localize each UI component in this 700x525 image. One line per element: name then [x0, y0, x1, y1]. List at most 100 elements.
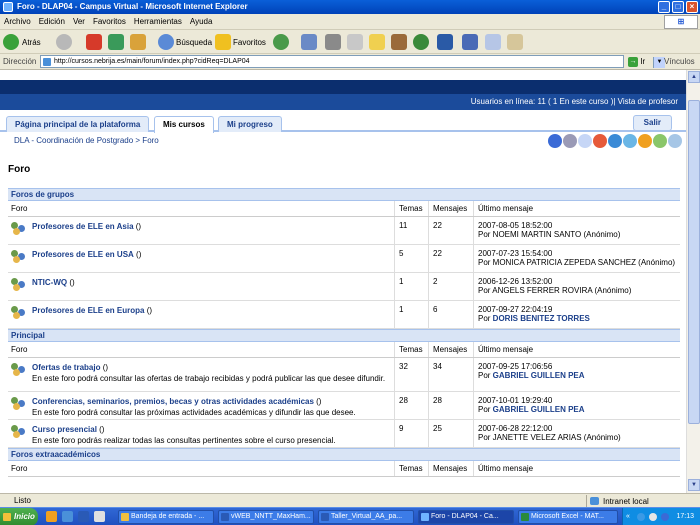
col-topics: Temas	[395, 342, 429, 357]
minimize-button[interactable]: _	[658, 1, 670, 13]
maximize-button[interactable]: □	[672, 1, 684, 13]
tab-my-courses[interactable]: Mis cursos	[154, 116, 214, 133]
close-button[interactable]: ×	[686, 1, 698, 13]
tab-my-progress[interactable]: Mi progreso	[218, 116, 282, 132]
author-link[interactable]: DORIS BENITEZ TORRES	[493, 314, 590, 323]
forum-link[interactable]: Profesores de ELE en Asia	[32, 222, 134, 231]
quicklaunch-icon[interactable]	[94, 511, 105, 522]
task-foro[interactable]: Foro - DLAP04 - Ca...	[418, 510, 514, 524]
vertical-scrollbar[interactable]: ▲ ▼	[686, 70, 700, 493]
author-link[interactable]: GABRIEL GUILLEN PEA	[493, 405, 585, 414]
page-content: Usuarios en línea: 11 ( 1 En este curso …	[0, 70, 686, 493]
cut-button[interactable]	[462, 33, 478, 51]
mail-button[interactable]	[301, 33, 317, 51]
course-tool-icon[interactable]	[608, 134, 622, 148]
course-tool-icon[interactable]	[593, 134, 607, 148]
messages-count: 2	[429, 273, 474, 300]
copy-button[interactable]	[485, 33, 501, 51]
address-input[interactable]: http://cursos.nebrija.es/main/forum/inde…	[40, 55, 665, 68]
windows-logo-icon: ⊞	[664, 15, 698, 29]
forum-group-icon	[11, 250, 27, 264]
course-tool-icon[interactable]	[548, 134, 562, 148]
menu-favoritos[interactable]: Favoritos	[89, 14, 130, 30]
scroll-thumb[interactable]	[688, 100, 700, 424]
course-tool-icon[interactable]	[563, 134, 577, 148]
last-message-author: Por NOEMI MARTIN SANTO (Anónimo)	[478, 230, 621, 239]
menu-ayuda[interactable]: Ayuda	[186, 14, 217, 30]
stop-button[interactable]	[86, 33, 102, 51]
status-text: Listo	[14, 496, 31, 505]
task-excel[interactable]: Microsoft Excel - MAT...	[518, 510, 618, 524]
forum-link[interactable]: Profesores de ELE en USA	[32, 250, 134, 259]
forum-row: Conferencias, seminarios, premios, becas…	[8, 392, 680, 420]
users-online: Usuarios en línea: 11 ( 1 En este curso …	[0, 94, 686, 110]
tab-home-platform[interactable]: Página principal de la plataforma	[6, 116, 150, 132]
quicklaunch-icon[interactable]	[78, 511, 89, 522]
browser-toolbar: Atrás Búsqueda Favoritos	[0, 30, 700, 54]
menu-edicion[interactable]: Edición	[35, 14, 69, 30]
address-bar: Dirección http://cursos.nebrija.es/main/…	[0, 54, 700, 70]
forward-button[interactable]	[56, 33, 72, 51]
font-button[interactable]	[437, 33, 453, 51]
last-message: 2007-09-25 17:06:56 Por GABRIEL GUILLEN …	[474, 358, 680, 391]
breadcrumb[interactable]: DLA - Coordinación de Postgrado > Foro	[14, 136, 159, 145]
menu-herramientas[interactable]: Herramientas	[130, 14, 186, 30]
links-button[interactable]: Vínculos	[664, 54, 695, 70]
forum-link[interactable]: Profesores de ELE en Europa	[32, 306, 144, 315]
refresh-button[interactable]	[108, 33, 124, 51]
home-button[interactable]	[130, 33, 146, 51]
last-message-author: Por	[478, 405, 493, 414]
forum-group-icon	[11, 278, 27, 292]
site-tabs: Página principal de la plataforma Mis cu…	[0, 110, 686, 133]
forum-group-icon	[11, 222, 27, 236]
forum-link[interactable]: NTIC-WQ	[32, 278, 67, 287]
print-button[interactable]	[325, 33, 341, 51]
task-inbox[interactable]: Bandeja de entrada - ...	[118, 510, 214, 524]
forum-title: Ofertas de trabajo ()	[32, 363, 108, 372]
menu-bar: Archivo Edición Ver Favoritos Herramientas Ay…	[0, 14, 700, 30]
forum-title: Profesores de ELE en Europa ()	[32, 306, 152, 315]
forum-link[interactable]: Curso presencial	[32, 425, 97, 434]
search-label: Búsqueda	[176, 37, 213, 47]
go-button[interactable]: → Ir	[628, 55, 658, 69]
course-tool-icon[interactable]	[578, 134, 592, 148]
research-button[interactable]	[391, 33, 407, 51]
menu-archivo[interactable]: Archivo	[0, 14, 35, 30]
task-word-2[interactable]: Taller_Virtual_AA_pa...	[318, 510, 414, 524]
edit-button[interactable]	[347, 33, 363, 51]
last-message-author: Por	[478, 371, 493, 380]
tray-icon[interactable]	[637, 513, 645, 521]
course-tool-icon[interactable]	[668, 134, 682, 148]
start-button[interactable]: Inicio	[0, 508, 38, 525]
last-message-author: Por ANGELS FERRER ROVIRA (Anónimo)	[478, 286, 632, 295]
tray-icon[interactable]	[649, 513, 657, 521]
forum-description: En este foro podrás realizar todas las c…	[32, 436, 336, 445]
task-word-1[interactable]: vWEB_NNTT_MaxHam...	[218, 510, 314, 524]
menu-ver[interactable]: Ver	[69, 14, 89, 30]
forum-link[interactable]: Ofertas de trabajo	[32, 363, 100, 372]
history-button[interactable]	[273, 33, 289, 51]
discuss-button[interactable]	[369, 33, 385, 51]
quicklaunch-icon[interactable]	[62, 511, 73, 522]
quicklaunch-icon[interactable]	[46, 511, 57, 522]
course-tool-icon[interactable]	[623, 134, 637, 148]
last-message: 2007-09-27 22:04:19 Por DORIS BENITEZ TO…	[474, 301, 680, 328]
search-button[interactable]: Búsqueda	[158, 33, 212, 51]
forum-description: En este foro podrá consultar las ofertas…	[32, 374, 386, 383]
course-tool-icon[interactable]	[638, 134, 652, 148]
course-tool-icon[interactable]	[653, 134, 667, 148]
author-link[interactable]: GABRIEL GUILLEN PEA	[493, 371, 585, 380]
favorites-button[interactable]: Favoritos	[215, 33, 266, 51]
scroll-up-icon[interactable]: ▲	[688, 71, 700, 83]
scroll-down-icon[interactable]: ▼	[688, 479, 700, 491]
forum-row: Profesores de ELE en Asia () 11 22 2007-…	[8, 217, 680, 245]
back-button[interactable]: Atrás	[3, 33, 41, 51]
paste-button[interactable]	[507, 33, 523, 51]
address-label: Dirección	[3, 57, 37, 66]
messenger-button[interactable]	[413, 33, 429, 51]
tray-icon[interactable]	[661, 513, 669, 521]
last-message: 2007-06-28 22:12:00 Por JANETTE VELEZ AR…	[474, 420, 680, 447]
logout-button[interactable]: Salir	[632, 115, 672, 131]
tray-expand-icon[interactable]: «	[626, 508, 630, 525]
forum-link[interactable]: Conferencias, seminarios, premios, becas…	[32, 397, 314, 406]
